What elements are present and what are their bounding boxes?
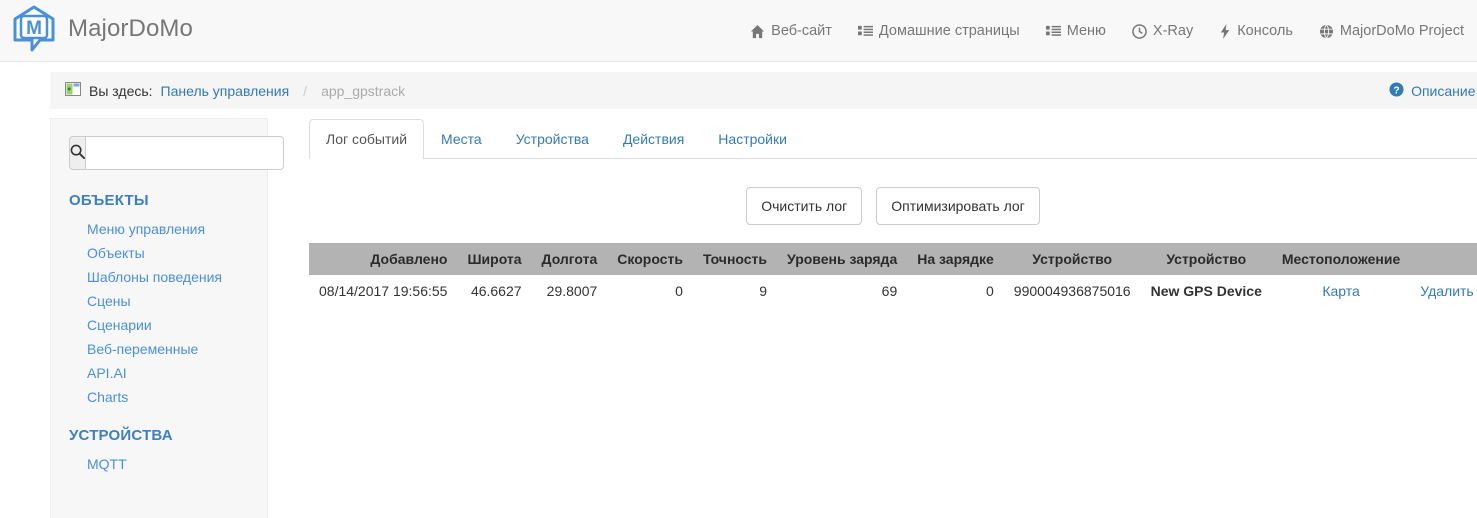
sidebar-item-behavior-templates[interactable]: Шаблоны поведения [69,265,249,289]
nav-item-console[interactable]: Консоль [1206,0,1306,62]
col-device-id: Устройство [1032,251,1113,267]
breadcrumb-trail: Вы здесь: Панель управления / app_gpstra… [65,82,405,99]
log-table-body: 08/14/2017 19:56:55 46.6627 29.8007 0 9 … [309,275,1477,307]
top-navigation: Веб-сайт Домашние страницы Меню X-Ray Ко… [737,0,1477,62]
col-added: Добавлено [370,251,448,267]
col-latitude: Широта [467,251,522,267]
breadcrumb-root-link[interactable]: Панель управления [161,83,290,99]
nav-item-label: MajorDoMo Project [1339,23,1464,39]
cell-charging: 0 [986,283,994,299]
delete-link[interactable]: Удалить [1420,283,1473,299]
breadcrumb: Вы здесь: Панель управления / app_gpstra… [50,72,1477,109]
tab-event-log[interactable]: Лог событий [309,119,425,159]
sidebar-group-title-objects: ОБЪЕКТЫ [69,192,149,209]
cell-device-id: 990004936875016 [1013,283,1131,299]
log-table: Добавлено Широта Долгота Скорость Точнос… [309,243,1477,307]
help-description-link[interactable]: ? Описание м [1389,81,1477,100]
col-speed: Скорость [617,251,683,267]
sidebar-item-scenarios[interactable]: Сценарии [69,313,249,337]
brand-name: MajorDoMo [68,15,193,42]
home-icon [750,24,765,39]
map-link[interactable]: Карта [1322,283,1359,299]
nav-item-label: Домашние страницы [878,23,1020,39]
breadcrumb-separator: / [303,82,308,99]
clear-log-button[interactable]: Очистить лог [746,187,863,225]
svg-text:M: M [26,18,42,39]
breadcrumb-prefix: Вы здесь: [89,82,153,99]
nav-item-label: Меню [1066,23,1106,39]
col-device-name: Устройство [1166,251,1247,267]
list-icon [1045,24,1061,39]
svg-text:?: ? [1393,85,1399,96]
tab-settings[interactable]: Настройки [701,119,804,159]
question-circle-icon: ? [1389,81,1404,100]
sidebar-group-title-devices: УСТРОЙСТВА [69,427,173,444]
cell-longitude: 29.8007 [546,283,598,299]
nav-item-label: Веб-сайт [771,23,832,39]
sidebar: ОБЪЕКТЫ Меню управления Объекты Шаблоны … [50,118,284,518]
table-row: 08/14/2017 19:56:55 46.6627 29.8007 0 9 … [309,275,1477,307]
nav-item-menu[interactable]: Меню [1033,0,1119,62]
search-input[interactable] [85,136,284,170]
cell-location: Карта [1272,275,1410,307]
tab-places[interactable]: Места [424,119,499,159]
brand[interactable]: M MajorDoMo [10,4,193,54]
sidebar-item-charts[interactable]: Charts [69,385,249,409]
cell-device-name: New GPS Device [1150,283,1262,299]
col-charging: На зарядке [917,251,994,267]
nav-item-home-pages[interactable]: Домашние страницы [845,0,1033,62]
search-button[interactable] [69,136,85,170]
majordomo-logo-icon: M [10,4,58,54]
col-accuracy: Точность [702,251,768,267]
cell-added: 08/14/2017 19:56:55 [319,283,448,299]
sidebar-item-api-ai[interactable]: API.AI [69,361,249,385]
clock-icon [1132,23,1147,39]
nav-item-majordomo-project[interactable]: MajorDoMo Project [1306,0,1477,62]
cell-latitude: 46.6627 [470,283,522,299]
col-battery-level: Уровень заряда [787,251,898,267]
breadcrumb-current: app_gpstrack [321,82,406,99]
nav-item-website[interactable]: Веб-сайт [737,0,845,62]
help-description-label: Описание м [1411,82,1477,99]
log-actions-toolbar: Очистить лог Оптимизировать лог [309,187,1477,225]
sidebar-item-web-variables[interactable]: Веб-переменные [69,337,249,361]
sidebar-item-control-menu[interactable]: Меню управления [69,217,249,241]
main-panel: Лог событий Места Устройства Действия На… [309,118,1477,307]
log-table-wrapper: Добавлено Широта Долгота Скорость Точнос… [309,243,1477,307]
list-icon [857,24,873,39]
bolt-icon [1219,23,1231,39]
sidebar-search-group [69,136,284,170]
col-actions [1410,243,1477,275]
nav-item-xray[interactable]: X-Ray [1119,0,1206,62]
window-icon [65,82,81,99]
optimize-log-button[interactable]: Оптимизировать лог [876,187,1040,225]
tab-devices[interactable]: Устройства [499,119,606,159]
cell-speed: 0 [675,283,683,299]
cell-battery-level: 69 [881,283,898,299]
tab-actions[interactable]: Действия [606,119,701,159]
top-header: M MajorDoMo Веб-сайт Домашние страницы М… [0,0,1477,62]
nav-item-label: X-Ray [1152,23,1194,39]
tab-bar: Лог событий Места Устройства Действия На… [309,118,1477,159]
sidebar-item-objects[interactable]: Объекты [69,241,249,265]
sidebar-item-mqtt[interactable]: MQTT [69,452,249,476]
table-header-row: Добавлено Широта Долгота Скорость Точнос… [309,243,1477,275]
sidebar-item-scenes[interactable]: Сцены [69,289,249,313]
cell-accuracy: 9 [759,283,768,299]
nav-item-label: Консоль [1237,23,1293,39]
globe-icon [1319,24,1334,39]
search-icon [70,144,85,162]
log-table-head: Добавлено Широта Долгота Скорость Точнос… [309,243,1477,275]
col-longitude: Долгота [541,251,598,267]
cell-actions: Удалить [1410,275,1477,307]
breadcrumb-area: Вы здесь: Панель управления / app_gpstra… [0,62,1477,118]
col-location: Местоположение [1281,251,1401,267]
